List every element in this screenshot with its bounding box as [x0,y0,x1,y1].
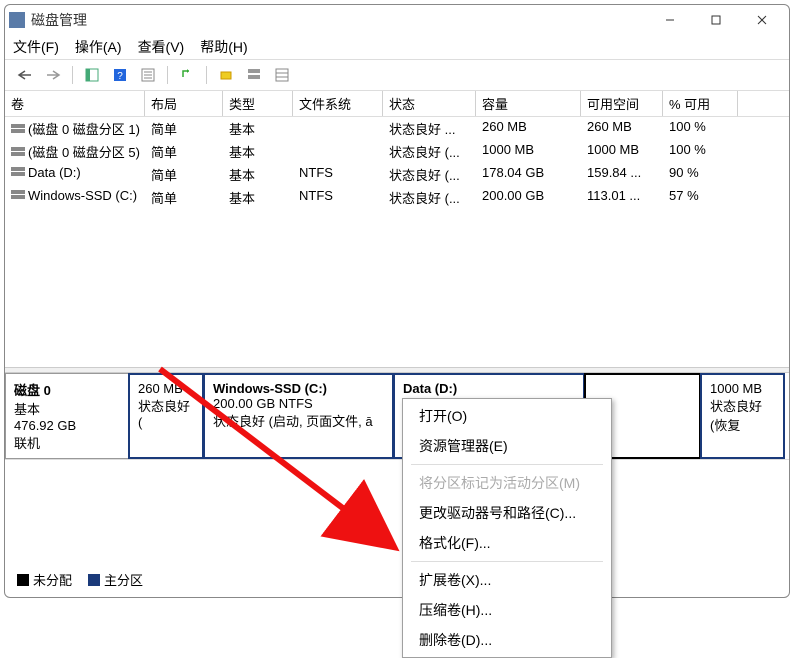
col-filesystem[interactable]: 文件系统 [293,91,383,116]
close-button[interactable] [739,5,785,35]
partition-context-menu: 打开(O) 资源管理器(E) 将分区标记为活动分区(M) 更改驱动器号和路径(C… [402,398,612,658]
legend-swatch-icon [88,574,100,586]
window-controls [647,5,785,35]
partition[interactable]: 260 MB 状态良好 ( [128,373,204,459]
list-button[interactable] [270,64,294,86]
disk-name: 磁盘 0 [14,383,51,398]
volume-row[interactable]: Data (D:) 简单 基本 NTFS 状态良好 (... 178.04 GB… [5,163,789,186]
window-title: 磁盘管理 [31,10,647,30]
legend-primary: 主分区 [88,570,143,589]
maximize-button[interactable] [693,5,739,35]
separator [411,561,603,562]
volume-row[interactable]: (磁盘 0 磁盘分区 5) 简单 基本 状态良好 (... 1000 MB 10… [5,140,789,163]
col-free[interactable]: 可用空间 [581,91,663,116]
menubar: 文件(F) 操作(A) 查看(V) 帮助(H) [5,35,789,59]
volume-row[interactable]: (磁盘 0 磁盘分区 1) 简单 基本 状态良好 ... 260 MB 260 … [5,117,789,140]
menu-help[interactable]: 帮助(H) [200,37,247,57]
col-volume[interactable]: 卷 [5,91,145,116]
ctx-change-letter[interactable]: 更改驱动器号和路径(C)... [403,498,611,528]
ctx-mark-active: 将分区标记为活动分区(M) [403,468,611,498]
app-icon [9,12,25,28]
titlebar: 磁盘管理 [5,5,789,35]
disk-info[interactable]: 磁盘 0 基本 476.92 GB 联机 [5,373,129,459]
partition[interactable]: Windows-SSD (C:) 200.00 GB NTFS 状态良好 (启动… [203,373,394,459]
col-layout[interactable]: 布局 [145,91,223,116]
volume-name: Windows-SSD (C:) [28,188,137,203]
volume-icon [11,172,25,176]
menu-file[interactable]: 文件(F) [13,37,59,57]
properties-button[interactable] [136,64,160,86]
volume-name: (磁盘 0 磁盘分区 1) [28,122,140,137]
ctx-format[interactable]: 格式化(F)... [403,528,611,558]
disk-action-button[interactable] [214,64,238,86]
ctx-shrink-volume[interactable]: 压缩卷(H)... [403,595,611,625]
separator [411,464,603,465]
volume-icon [11,195,25,199]
disk-graphic: 磁盘 0 基本 476.92 GB 联机 260 MB 状态良好 ( Windo… [5,373,789,460]
refresh-button[interactable] [175,64,199,86]
volume-icon [11,152,25,156]
svg-text:?: ? [117,71,123,82]
volume-list[interactable]: (磁盘 0 磁盘分区 1) 简单 基本 状态良好 ... 260 MB 260 … [5,117,789,367]
volume-name: Data (D:) [28,165,81,180]
disk-size: 476.92 GB [14,418,76,433]
ctx-open[interactable]: 打开(O) [403,401,611,431]
col-type[interactable]: 类型 [223,91,293,116]
menu-action[interactable]: 操作(A) [75,37,122,57]
minimize-button[interactable] [647,5,693,35]
menu-view[interactable]: 查看(V) [138,37,185,57]
disk-status: 联机 [14,436,40,451]
settings-button[interactable] [242,64,266,86]
help-toolbar-button[interactable]: ? [108,64,132,86]
legend-swatch-icon [17,574,29,586]
ctx-explorer[interactable]: 资源管理器(E) [403,431,611,461]
disk-kind: 基本 [14,402,40,417]
col-pct-free[interactable]: % 可用 [663,91,738,116]
legend-unallocated: 未分配 [17,570,72,589]
show-hide-button[interactable] [80,64,104,86]
forward-button[interactable] [41,64,65,86]
partition[interactable]: 1000 MB 状态良好 (恢复 [700,373,785,459]
volume-name: (磁盘 0 磁盘分区 5) [28,145,140,160]
back-button[interactable] [13,64,37,86]
legend: 未分配 主分区 [17,570,143,589]
volume-icon [11,129,25,133]
ctx-delete-volume[interactable]: 删除卷(D)... [403,625,611,655]
col-status[interactable]: 状态 [383,91,476,116]
volume-list-header: 卷 布局 类型 文件系统 状态 容量 可用空间 % 可用 [5,91,789,117]
col-capacity[interactable]: 容量 [476,91,581,116]
volume-row[interactable]: Windows-SSD (C:) 简单 基本 NTFS 状态良好 (... 20… [5,186,789,209]
ctx-extend-volume[interactable]: 扩展卷(X)... [403,565,611,595]
disk-management-window: 磁盘管理 文件(F) 操作(A) 查看(V) 帮助(H) ? 卷 布局 类型 文… [4,4,790,598]
toolbar: ? [5,59,789,91]
